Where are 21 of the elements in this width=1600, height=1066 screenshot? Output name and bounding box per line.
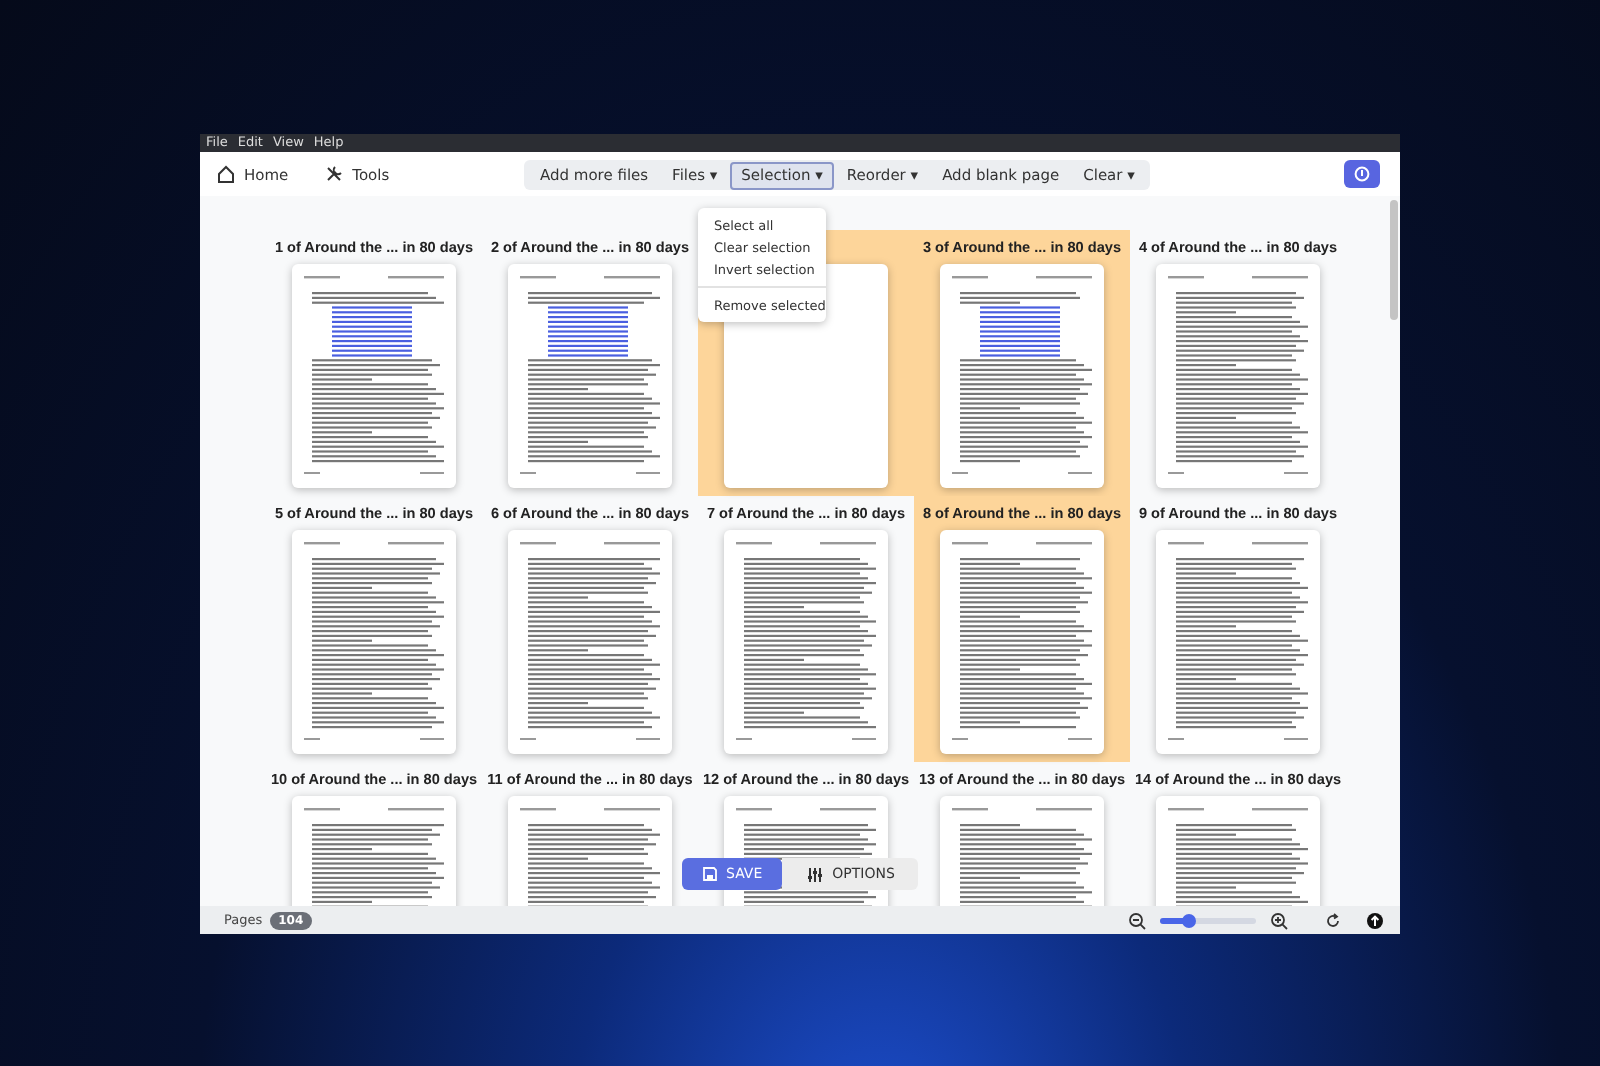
sliders-icon: [806, 865, 825, 883]
zoom-out-icon[interactable]: [1128, 911, 1146, 929]
page-thumbnail[interactable]: [940, 530, 1104, 754]
zoom-slider[interactable]: [1160, 917, 1256, 923]
page-thumbnail[interactable]: [508, 264, 672, 488]
page-thumbnail[interactable]: [292, 530, 456, 754]
scroll-up-icon[interactable]: [1366, 911, 1384, 929]
page-thumbnail[interactable]: [1156, 530, 1320, 754]
info-button[interactable]: [1344, 160, 1380, 188]
tools-icon: [324, 164, 345, 184]
slider-thumb[interactable]: [1181, 913, 1196, 927]
page-thumbnail[interactable]: [1156, 264, 1320, 488]
scrollbar[interactable]: [1390, 200, 1398, 320]
page-thumbnail[interactable]: [292, 264, 456, 488]
page-thumbnail[interactable]: [940, 264, 1104, 488]
home-icon: [216, 164, 236, 184]
page-thumbnail[interactable]: [508, 530, 672, 754]
zoom-in-icon[interactable]: [1270, 911, 1288, 929]
page-thumbnail[interactable]: [724, 530, 888, 754]
rotate-icon[interactable]: [1324, 911, 1342, 929]
info-icon: [1354, 166, 1370, 182]
